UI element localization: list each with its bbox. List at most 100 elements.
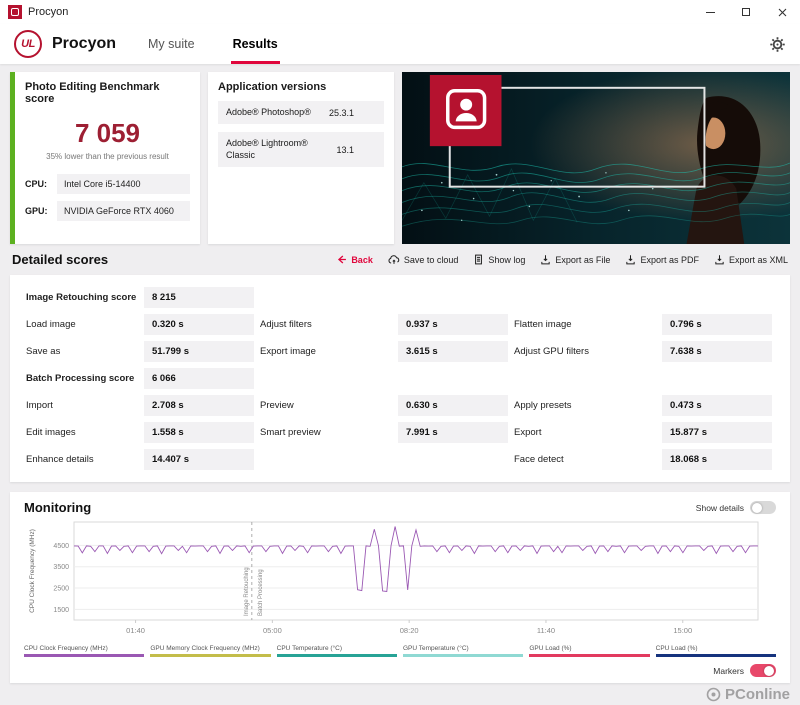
window-title: Procyon <box>28 6 69 18</box>
spec-list: CPU: Intel Core i5-14400 GPU: NVIDIA GeF… <box>25 174 190 221</box>
legend-label: CPU Load (%) <box>655 645 698 652</box>
detailed-scores-header: Detailed scores Back Save to cloud Show lo… <box>12 252 788 267</box>
score-value: 0.796 s <box>662 314 772 335</box>
score-value: 0.473 s <box>662 395 772 416</box>
empty-cell <box>662 368 772 389</box>
score-label: Image Retouching score <box>26 292 137 303</box>
detailed-scores-title: Detailed scores <box>12 252 109 267</box>
show-details-label: Show details <box>695 502 744 513</box>
legend-label: CPU Temperature (°C) <box>276 645 342 652</box>
tab-results[interactable]: Results <box>230 24 280 64</box>
export-as-file-button[interactable]: Export as File <box>540 254 610 265</box>
score-value: 2.708 s <box>144 395 254 416</box>
score-value: 7.638 s <box>662 341 772 362</box>
toolbar-button-label: Save to cloud <box>403 254 459 265</box>
export-as-xml-button[interactable]: Export as XML <box>714 254 788 265</box>
score-label: Load image <box>26 319 76 330</box>
versions-card-title: Application versions <box>218 81 327 93</box>
legend-item: CPU Clock Frequency (MHz) <box>24 645 145 657</box>
toolbar-button-label: Export as XML <box>728 254 788 265</box>
log-icon <box>473 254 484 265</box>
legend-color-bar <box>150 654 271 657</box>
toolbar-button-label: Export as File <box>555 254 611 265</box>
score-label: Adjust GPU filters <box>514 346 589 357</box>
save-to-cloud-button[interactable]: Save to cloud <box>388 254 459 265</box>
show-details-toggle[interactable] <box>750 501 776 514</box>
legend-item: GPU Memory Clock Frequency (MHz) <box>150 645 271 657</box>
procyon-logo-badge <box>429 74 502 147</box>
empty-cell <box>398 368 508 389</box>
export-pdf-icon <box>625 254 636 265</box>
tab-my-suite[interactable]: My suite <box>146 24 197 64</box>
score-value: 1.558 s <box>144 422 254 443</box>
minimize-button[interactable] <box>692 0 728 24</box>
maximize-button[interactable] <box>728 0 764 24</box>
pconline-logo-icon <box>706 687 721 702</box>
legend-label: CPU Clock Frequency (MHz) <box>24 645 108 652</box>
results-toolbar: Back Save to cloud Show log Export as File E… <box>336 254 788 265</box>
legend-item: CPU Temperature (°C) <box>276 645 397 657</box>
svg-text:CPU Clock Frequency (MHz): CPU Clock Frequency (MHz) <box>29 529 36 613</box>
empty-cell <box>260 368 392 389</box>
score-comparison: 35% lower than the previous result <box>46 152 169 161</box>
legend-color-bar <box>402 654 524 657</box>
gpu-label: GPU: <box>25 206 48 216</box>
score-label: Smart preview <box>260 427 321 438</box>
back-arrow-icon <box>336 254 347 265</box>
version-row-photoshop: Adobe® Photoshop® 25.3.1 <box>218 101 384 125</box>
settings-gear-icon[interactable] <box>769 36 786 53</box>
application-versions-card: Application versions Adobe® Photoshop® 2… <box>208 72 394 244</box>
svg-text:08:20: 08:20 <box>400 626 419 635</box>
score-value: 7.991 s <box>398 422 508 443</box>
close-button[interactable] <box>764 0 800 24</box>
close-icon <box>778 8 786 16</box>
markers-row: Markers <box>24 664 776 677</box>
benchmark-score: 7 059 <box>74 118 141 148</box>
svg-text:4500: 4500 <box>53 543 69 550</box>
monitoring-header: Monitoring Show details <box>24 500 776 515</box>
back-button[interactable]: Back <box>336 254 373 265</box>
score-value: 0.320 s <box>144 314 254 335</box>
empty-cell <box>514 368 656 389</box>
svg-text:11:40: 11:40 <box>537 626 555 635</box>
svg-text:Batch Processing: Batch Processing <box>258 569 264 616</box>
export-as-pdf-button[interactable]: Export as PDF <box>625 254 699 265</box>
cpu-label: CPU: <box>25 179 47 189</box>
empty-cell <box>398 449 508 470</box>
legend-label: GPU Load (%) <box>529 645 572 652</box>
gpu-value: NVIDIA GeForce RTX 4060 <box>57 201 190 221</box>
app-version: 25.3.1 <box>328 107 354 118</box>
score-label: Preview <box>260 400 294 411</box>
monitoring-title: Monitoring <box>24 500 92 515</box>
cloud-upload-icon <box>388 254 400 265</box>
toolbar-button-label: Export as PDF <box>640 254 699 265</box>
score-value: 15.877 s <box>662 422 772 443</box>
tab-bar: My suite Results <box>146 24 314 64</box>
svg-text:05:00: 05:00 <box>263 626 282 635</box>
score-label: Import <box>26 400 53 411</box>
markers-toggle[interactable] <box>750 664 776 677</box>
legend-color-bar <box>276 654 397 657</box>
legend-color-bar <box>529 654 650 657</box>
score-value: 0.630 s <box>398 395 508 416</box>
cpu-row: CPU: Intel Core i5-14400 <box>25 174 190 194</box>
maximize-icon <box>742 8 750 16</box>
chart-legend: CPU Clock Frequency (MHz) GPU Memory Cloc… <box>24 645 776 657</box>
markers-label: Markers <box>713 665 744 676</box>
show-log-button[interactable]: Show log <box>473 254 525 265</box>
legend-color-bar <box>24 654 145 657</box>
minimize-icon <box>705 11 715 13</box>
benchmark-score-card: Photo Editing Benchmark score 7 059 35% … <box>10 72 200 244</box>
score-value: 0.937 s <box>398 314 508 335</box>
svg-text:2500: 2500 <box>53 586 69 593</box>
summary-row: Photo Editing Benchmark score 7 059 35% … <box>10 72 790 244</box>
score-label: Batch Processing score <box>26 373 135 384</box>
watermark-text: PConline <box>724 686 790 703</box>
empty-cell <box>260 287 392 308</box>
score-label: Export image <box>260 346 316 357</box>
monitoring-chart: 1500 2500 3500 4500 01:40 05:00 08:20 11:40 15:0… <box>29 521 759 635</box>
score-label: Export <box>514 427 542 438</box>
svg-text:15:00: 15:00 <box>673 626 692 635</box>
pconline-watermark: PConline <box>706 686 790 703</box>
score-label: Adjust filters <box>260 319 312 330</box>
